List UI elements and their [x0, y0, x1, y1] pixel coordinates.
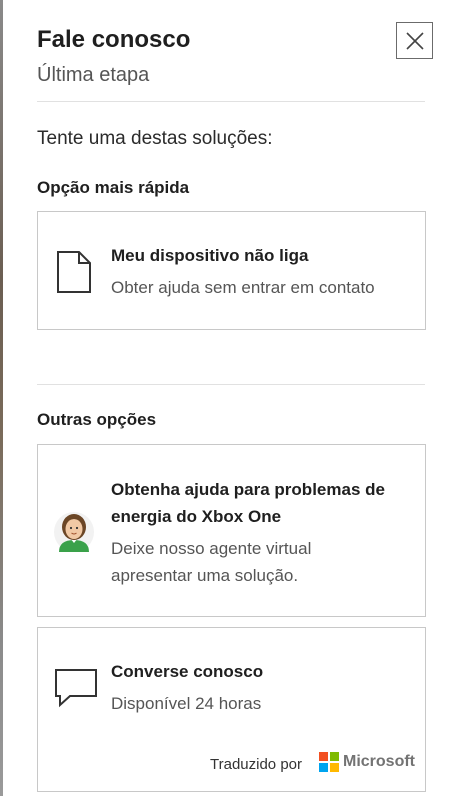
document-icon — [57, 251, 91, 293]
close-icon — [405, 31, 424, 50]
header-divider — [37, 101, 425, 102]
microsoft-logo: Microsoft — [319, 752, 415, 772]
chat-bubble-icon — [55, 669, 97, 708]
card-title-line1: Obtenha ajuda para problemas de — [111, 480, 385, 499]
solutions-prompt: Tente uma destas soluções: — [37, 128, 273, 149]
card-title-line2: energia do Xbox One — [111, 507, 282, 526]
other-options-heading: Outras opções — [37, 410, 157, 429]
microsoft-logo-icon — [319, 752, 339, 772]
page-title: Fale conosco — [37, 26, 191, 53]
page-subtitle: Última etapa — [37, 64, 150, 86]
virtual-agent-card[interactable]: Obtenha ajuda para problemas de energia … — [37, 444, 426, 617]
section-divider — [37, 384, 425, 385]
translated-by-label: Traduzido por — [210, 756, 302, 773]
virtual-agent-avatar — [54, 512, 94, 552]
card-title: Meu dispositivo não liga — [111, 246, 309, 265]
fastest-option-heading: Opção mais rápida — [37, 178, 190, 197]
card-subtitle-line2: apresentar uma solução. — [111, 566, 299, 585]
device-wont-turn-on-card[interactable]: Meu dispositivo não liga Obter ajuda sem… — [37, 211, 426, 330]
card-subtitle: Disponível 24 horas — [111, 694, 262, 713]
brand-name: Microsoft — [343, 753, 415, 770]
close-button[interactable] — [396, 22, 433, 59]
card-title: Converse conosco — [111, 662, 264, 681]
card-subtitle-line1: Deixe nosso agente virtual — [111, 539, 312, 558]
chat-card[interactable]: Converse conosco Disponível 24 horas Tra… — [37, 627, 426, 792]
card-subtitle: Obter ajuda sem entrar em contato — [111, 278, 375, 297]
contact-panel: Fale conosco Última etapa Tente uma dest… — [3, 0, 452, 796]
